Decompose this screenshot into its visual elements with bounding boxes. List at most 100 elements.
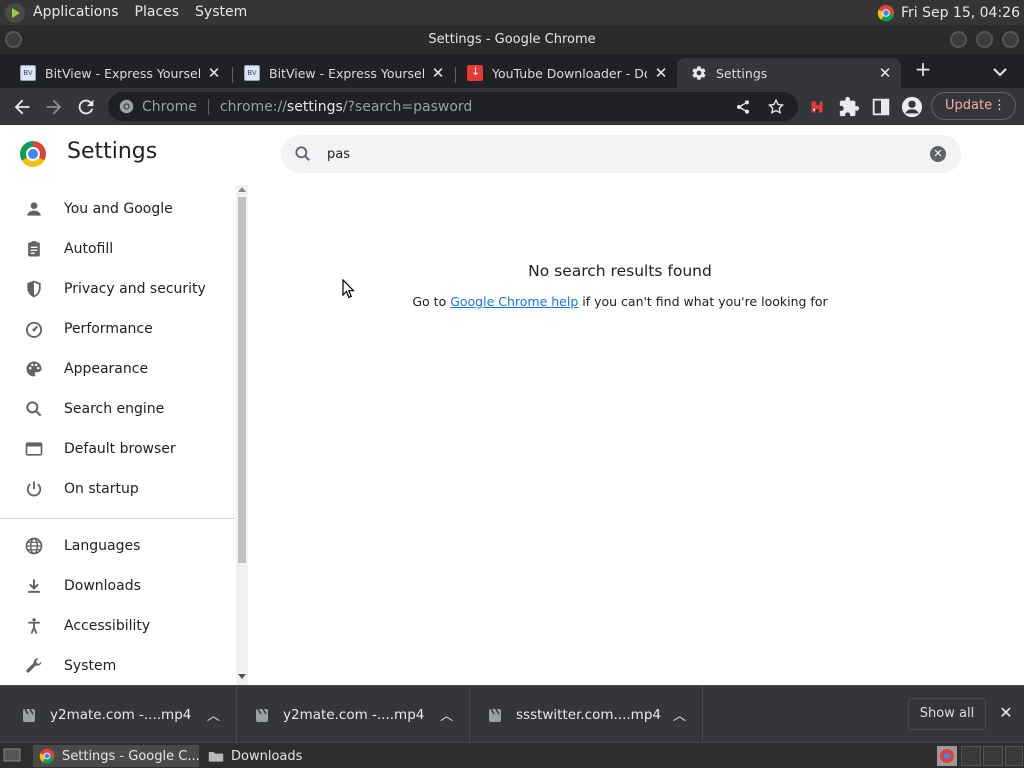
url-path: /?search=pasword	[342, 98, 473, 115]
taskbar-item-chrome[interactable]: Settings - Google C...	[33, 745, 199, 767]
workspace-2[interactable]	[961, 746, 981, 766]
update-button[interactable]: Update ⋮	[931, 92, 1016, 120]
back-arrow-icon[interactable]	[11, 96, 33, 118]
sidebar-item-on-startup[interactable]: On startup	[0, 469, 236, 509]
close-tab-icon[interactable]: ✕	[877, 65, 893, 81]
chevron-up-icon[interactable]: ︿	[673, 705, 686, 724]
sidebar-item-label: Default browser	[64, 441, 176, 457]
no-results-heading: No search results found	[528, 262, 712, 280]
taskbar-item-downloads[interactable]: Downloads	[202, 745, 362, 767]
close-tab-icon[interactable]: ✕	[430, 65, 446, 81]
chevron-up-icon[interactable]: ︿	[440, 705, 453, 724]
sidebar-item-search-engine[interactable]: Search engine	[0, 389, 236, 429]
download-item[interactable]: y2mate.com -....mp4 ︿	[255, 686, 467, 743]
sidebar-item-appearance[interactable]: Appearance	[0, 349, 236, 389]
person-icon	[27, 202, 41, 216]
url-scheme: chrome://	[219, 98, 287, 115]
chrome-page-icon[interactable]	[119, 99, 134, 114]
folder-icon	[208, 752, 224, 762]
settings-sidebar: You and Google Autofill Privacy and secu…	[0, 185, 236, 685]
sidebar-item-label: Search engine	[64, 401, 165, 417]
help-suffix: if you can't find what you're looking fo…	[578, 294, 828, 309]
workspace-4[interactable]	[1005, 746, 1023, 766]
maximize-button[interactable]	[976, 31, 993, 48]
chrome-help-link[interactable]: Google Chrome help	[450, 294, 578, 309]
side-panel-icon[interactable]	[870, 96, 892, 118]
chevron-up-icon[interactable]: ︿	[207, 705, 220, 724]
window-titlebar[interactable]: Settings - Google Chrome	[0, 25, 1024, 54]
tab-bitview-1[interactable]: BitView - Express Yourself. ✕	[6, 58, 230, 88]
sidebar-item-languages[interactable]: Languages	[0, 526, 236, 566]
search-icon	[26, 401, 42, 417]
sidebar-item-you-and-google[interactable]: You and Google	[0, 189, 236, 229]
workspace-3[interactable]	[983, 746, 1003, 766]
show-desktop-icon[interactable]	[3, 747, 21, 763]
forward-arrow-icon[interactable]	[43, 96, 65, 118]
close-tab-icon[interactable]: ✕	[206, 65, 222, 81]
globe-icon	[25, 537, 43, 555]
applications-menu[interactable]: Applications	[25, 0, 127, 25]
close-tab-icon[interactable]: ✕	[653, 65, 669, 81]
sidebar-item-accessibility[interactable]: Accessibility	[0, 606, 236, 646]
sidebar-item-autofill[interactable]: Autofill	[0, 229, 236, 269]
distro-logo-icon[interactable]	[5, 2, 25, 23]
show-all-button[interactable]: Show all	[908, 698, 986, 730]
chrome-icon	[39, 748, 55, 764]
sidebar-item-label: Performance	[64, 321, 153, 337]
sidebar-scrollbar[interactable]	[236, 185, 248, 685]
update-label: Update	[945, 98, 993, 113]
search-input[interactable]	[327, 144, 887, 164]
sidebar-item-label: Autofill	[64, 241, 114, 257]
sidebar-item-label: System	[64, 658, 117, 674]
tab-bitview-2[interactable]: BitView - Express Yourself. ✕	[230, 58, 454, 88]
chrome-workspace-icon[interactable]	[937, 746, 957, 766]
kebab-menu-icon[interactable]: ⋮	[993, 93, 1006, 119]
sidebar-item-performance[interactable]: Performance	[0, 309, 236, 349]
clock[interactable]: Fri Sep 15, 04:26	[901, 5, 1020, 21]
sidebar-item-system[interactable]: System	[0, 646, 236, 686]
extension-red-icon[interactable]	[806, 96, 828, 118]
scroll-up-arrow-icon[interactable]	[238, 187, 246, 192]
share-icon[interactable]	[735, 99, 751, 115]
url-text: chrome://settings/?search=pasword	[220, 99, 472, 115]
page-title: Settings	[67, 139, 158, 164]
address-bar[interactable]: Chrome chrome://settings/?search=pasword	[108, 92, 798, 121]
download-item[interactable]: y2mate.com -....mp4 ︿	[22, 686, 234, 743]
sidebar-item-label: Accessibility	[64, 618, 151, 634]
profile-avatar-icon[interactable]	[901, 96, 923, 118]
tab-youtube-downloader[interactable]: YouTube Downloader - Dow ✕	[453, 58, 677, 88]
bitview-icon	[20, 65, 36, 81]
video-file-icon	[256, 708, 268, 722]
bitview-icon	[244, 65, 260, 81]
power-icon	[26, 481, 42, 497]
video-file-icon	[23, 708, 35, 722]
tab-search-chevron-icon[interactable]	[993, 67, 1007, 77]
scrollbar-thumb[interactable]	[238, 197, 246, 563]
gear-icon	[692, 66, 706, 80]
desktop-top-panel: Applications Places System Fri Sep 15, 0…	[0, 0, 1024, 25]
video-file-icon	[489, 708, 501, 722]
places-menu[interactable]: Places	[127, 0, 188, 25]
sidebar-item-downloads[interactable]: Downloads	[0, 566, 236, 606]
close-shelf-icon[interactable]: ✕	[997, 704, 1015, 722]
wrench-icon	[26, 658, 42, 673]
sidebar-item-default-browser[interactable]: Default browser	[0, 429, 236, 469]
chrome-tray-icon[interactable]	[877, 4, 895, 22]
close-window-button[interactable]	[1002, 31, 1019, 48]
bookmark-star-icon[interactable]	[767, 98, 785, 116]
settings-search[interactable]: ✕	[281, 135, 961, 173]
reload-icon[interactable]	[75, 96, 97, 118]
new-tab-icon[interactable]: +	[912, 58, 934, 80]
extensions-puzzle-icon[interactable]	[838, 96, 860, 118]
window-menu-button[interactable]	[5, 31, 22, 48]
minimize-button[interactable]	[950, 31, 967, 48]
shelf-separator	[702, 686, 703, 743]
system-menu[interactable]: System	[187, 0, 255, 25]
search-icon	[295, 146, 310, 161]
clear-search-icon[interactable]: ✕	[930, 146, 946, 162]
sidebar-item-label: Downloads	[64, 578, 141, 594]
sidebar-item-privacy-and-security[interactable]: Privacy and security	[0, 269, 236, 309]
tab-settings[interactable]: Settings ✕	[677, 58, 901, 88]
download-item[interactable]: ssstwitter.com....mp4 ︿	[488, 686, 700, 743]
scroll-down-arrow-icon[interactable]	[238, 674, 246, 679]
